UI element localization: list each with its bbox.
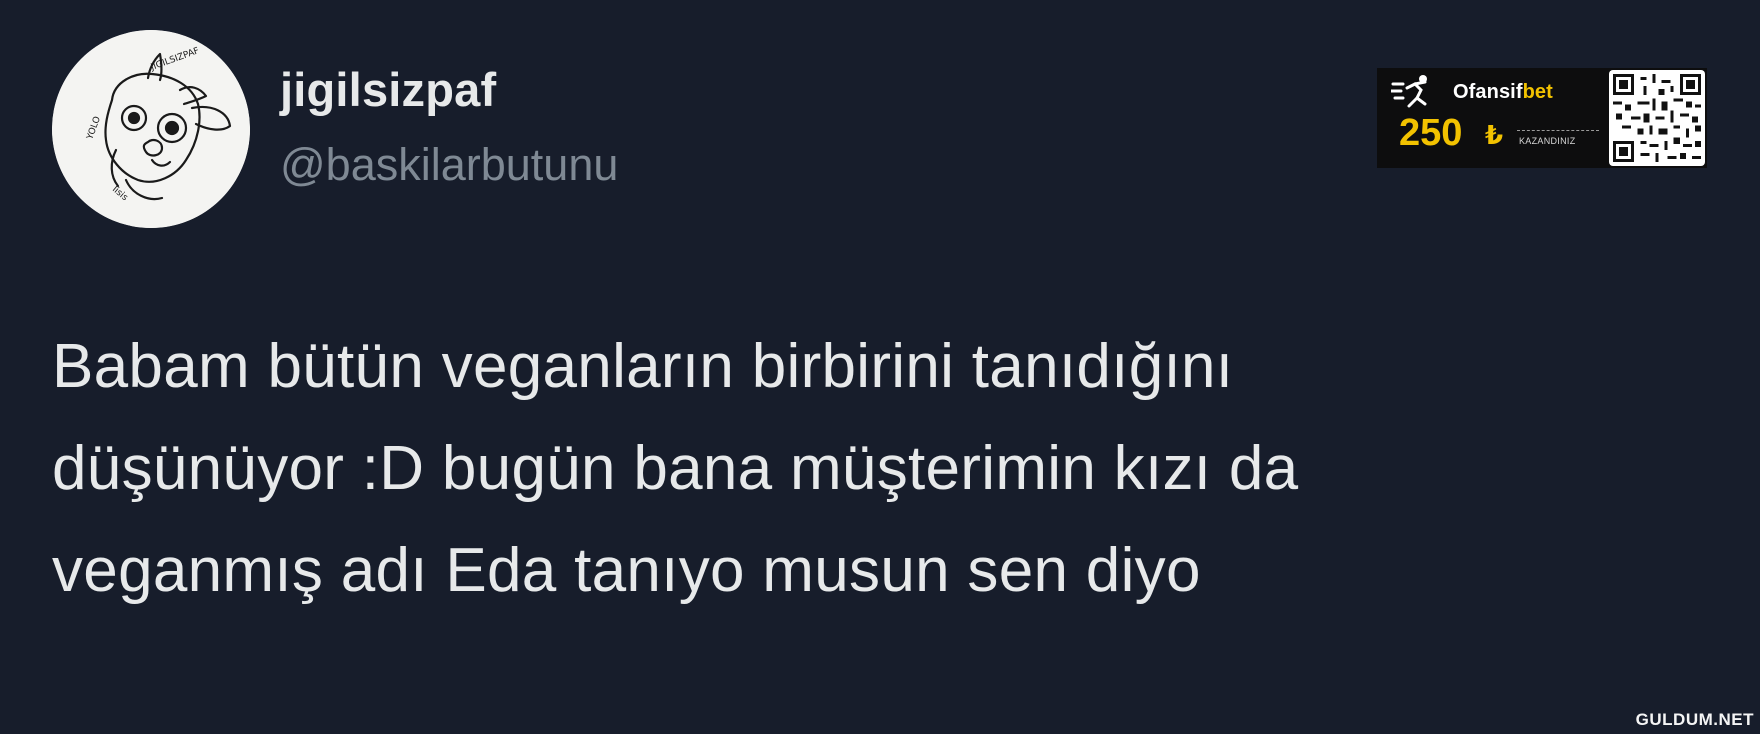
tweet-text-line: Babam bütün veganların birbirini tanıdığ… (52, 332, 1234, 401)
tweet-card: JIGILSIZPAF YOLO lisis jigilsizpaf @bask… (0, 0, 1760, 734)
ad-currency: ₺ (1485, 120, 1504, 150)
ad-brand-main: Ofansif (1453, 81, 1523, 103)
ad-brand: Ofansifbet (1453, 81, 1553, 104)
ad-claim: KAZANDINIZ (1519, 136, 1576, 146)
user-handle[interactable]: @baskilarbutunu (280, 142, 618, 187)
watermark: GULDUM.NET (1635, 710, 1754, 729)
ad-amount: 250 (1399, 112, 1463, 154)
qr-code-icon (1613, 74, 1701, 162)
ad-banner[interactable]: Ofansifbet 250 ₺ KAZANDINIZ (1377, 68, 1707, 168)
display-name[interactable]: jigilsizpaf (280, 66, 496, 113)
qr-code[interactable] (1609, 70, 1705, 166)
tweet-text: Babam bütün veganların birbirini tanıdığ… (52, 316, 1732, 622)
ad-divider (1517, 130, 1599, 131)
tweet-text-line: veganmış adı Eda tanıyo musun sen diyo (52, 536, 1201, 605)
ad-brand-accent: bet (1522, 81, 1553, 103)
ad-content: Ofansifbet 250 ₺ KAZANDINIZ (1377, 68, 1605, 168)
tweet-text-line: düşünüyor :D bugün bana müşterimin kızı … (52, 434, 1299, 503)
runner-icon (1391, 75, 1427, 108)
avatar-image: JIGILSIZPAF YOLO lisis (52, 30, 250, 228)
avatar[interactable]: JIGILSIZPAF YOLO lisis (52, 30, 250, 228)
